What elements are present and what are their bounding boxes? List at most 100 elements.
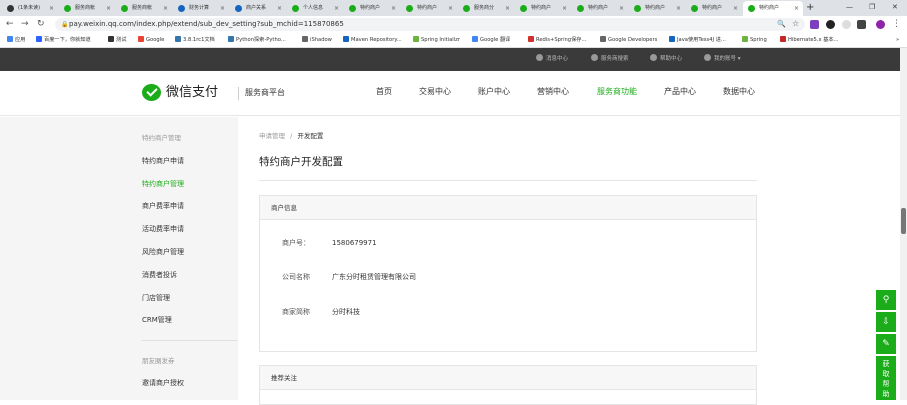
tab-close-icon[interactable]: × <box>391 1 396 16</box>
bookmark-item[interactable]: Google Developers <box>600 33 657 47</box>
sidebar-item-crm[interactable]: CRM管理 <box>142 315 172 325</box>
breadcrumb-parent-link[interactable]: 申请管理 <box>259 132 285 140</box>
sidebar-item-stores[interactable]: 门店管理 <box>142 293 170 303</box>
tab-close-icon[interactable]: × <box>334 1 339 16</box>
bookmark-item[interactable]: 3.8.1rc1文档 <box>175 33 215 47</box>
tab-label: 特约商户 <box>702 5 723 11</box>
browser-tab[interactable]: 特约商户 × <box>743 1 803 16</box>
edit-icon[interactable]: ✎ <box>876 334 896 354</box>
tab-label: 特约商户 <box>759 5 780 11</box>
close-window-icon[interactable]: ✕ <box>892 0 898 15</box>
get-help-button[interactable]: 获取帮助 <box>876 356 896 400</box>
tab-close-icon[interactable]: × <box>562 1 567 16</box>
link-icon[interactable]: ⚲ <box>876 290 896 310</box>
bookmark-item[interactable]: Spring <box>742 33 767 47</box>
sidebar-item-rate-apply[interactable]: 商户费率申请 <box>142 201 184 211</box>
restore-icon[interactable]: ❐ <box>869 0 875 15</box>
sidebar-item-merchant-manage[interactable]: 特约商户管理 <box>142 179 184 189</box>
tab-label: 服务商帐 <box>75 5 96 11</box>
bookmark-star-icon[interactable]: ☆ <box>792 18 799 30</box>
menu-icon[interactable]: ⋮ <box>892 18 901 30</box>
forward-icon[interactable]: → <box>21 18 29 30</box>
reload-icon[interactable]: ↻ <box>37 18 45 30</box>
logo-text[interactable]: 微信支付 <box>166 83 218 103</box>
browser-tab[interactable]: 个人信息 × <box>287 1 343 16</box>
minimize-icon[interactable]: — <box>846 0 853 15</box>
bookmark-item[interactable]: iShadow <box>302 33 332 47</box>
tab-close-icon[interactable]: × <box>619 1 624 16</box>
tab-label: 财务计算 <box>189 5 210 11</box>
nav-home[interactable]: 首页 <box>376 85 392 99</box>
bookmark-item[interactable]: Spring Initializr <box>413 33 460 47</box>
tab-close-icon[interactable]: × <box>49 1 54 16</box>
nav-product-center[interactable]: 产品中心 <box>664 85 696 99</box>
browser-tab[interactable]: 特约商户 × <box>401 1 457 16</box>
tab-close-icon[interactable]: × <box>277 1 282 16</box>
bookmark-favicon-icon <box>669 36 675 42</box>
bookmark-item[interactable]: Java使用Tess4J 进... <box>669 33 726 47</box>
tab-favicon-icon <box>406 5 413 12</box>
bookmark-item[interactable]: Google <box>138 33 164 47</box>
scrollbar-thumb[interactable] <box>901 208 906 234</box>
wechat-pay-logo-icon[interactable] <box>142 84 161 101</box>
browser-tab[interactable]: (1条未读) × <box>2 1 58 16</box>
tab-close-icon[interactable]: × <box>733 1 738 16</box>
zoom-icon[interactable]: 🔍 <box>777 18 786 30</box>
tab-favicon-icon <box>748 5 755 12</box>
sidebar-item-complaints[interactable]: 消费者投诉 <box>142 270 177 280</box>
nav-marketing-center[interactable]: 营销中心 <box>537 85 569 99</box>
tab-close-icon[interactable]: × <box>448 1 453 16</box>
help-center-link[interactable]: 帮助中心 <box>650 48 682 71</box>
tab-close-icon[interactable]: × <box>676 1 681 16</box>
search-provider-link[interactable]: 服务商搜索 <box>591 48 629 71</box>
scrollbar[interactable] <box>900 48 907 400</box>
browser-tab[interactable]: 特约商户 × <box>344 1 400 16</box>
more-bookmarks-icon[interactable]: » <box>896 33 899 47</box>
bookmark-item[interactable]: Python探索-Pytho... <box>228 33 286 47</box>
sidebar-item-invite-auth[interactable]: 邀请商户授权 <box>142 378 184 388</box>
message-center-link[interactable]: 消息中心 <box>536 48 568 71</box>
url-field[interactable]: 🔒 pay.weixin.qq.com/index.php/extend/sub… <box>55 18 805 31</box>
bookmark-item[interactable]: 测试 <box>108 33 126 47</box>
browser-tab[interactable]: 服务商分 × <box>458 1 514 16</box>
browser-tab[interactable]: 商户关系 × <box>230 1 286 16</box>
bookmark-item[interactable]: 百度一下，你就知道 <box>36 33 91 47</box>
download-icon[interactable]: ⇩ <box>876 312 896 332</box>
browser-tab[interactable]: 特约商户 × <box>629 1 685 16</box>
extension-icon[interactable] <box>810 20 819 29</box>
bookmark-item[interactable]: 应用 <box>7 33 25 47</box>
browser-tab[interactable]: 服务商帐 × <box>59 1 115 16</box>
extension-icon[interactable] <box>842 20 851 29</box>
browser-tab[interactable]: 财务计算 × <box>173 1 229 16</box>
bookmark-item[interactable]: Maven Repository... <box>343 33 402 47</box>
sidebar-item-activity-rate[interactable]: 活动费率申请 <box>142 224 184 234</box>
profile-avatar[interactable] <box>876 20 885 29</box>
browser-tab[interactable]: 特约商户 × <box>686 1 742 16</box>
tab-favicon-icon <box>7 5 14 12</box>
browser-tab[interactable]: 特约商户 × <box>572 1 628 16</box>
bookmark-label: Python探索-Pytho... <box>236 37 286 43</box>
tab-close-icon[interactable]: × <box>220 1 225 16</box>
extension-icon[interactable] <box>857 20 866 29</box>
tab-close-icon[interactable]: × <box>163 1 168 16</box>
sidebar-item-risk-merchant[interactable]: 风险商户管理 <box>142 247 184 257</box>
bookmark-item[interactable]: Hibernate5.x 基本... <box>780 33 839 47</box>
nav-account-center[interactable]: 账户中心 <box>478 85 510 99</box>
back-icon[interactable]: ← <box>6 18 14 30</box>
browser-tab[interactable]: 特约商户 × <box>515 1 571 16</box>
my-account-menu[interactable]: 我的账号 ▾ <box>704 48 741 71</box>
nav-data-center[interactable]: 数据中心 <box>723 85 755 99</box>
bookmark-favicon-icon <box>175 36 181 42</box>
extension-icon[interactable] <box>826 20 835 29</box>
tab-close-icon[interactable]: × <box>505 1 510 16</box>
sidebar-item-merchant-apply[interactable]: 特约商户申请 <box>142 156 184 166</box>
bookmark-item[interactable]: Redis+Spring保存... <box>528 33 586 47</box>
new-tab-button[interactable]: + <box>806 1 814 15</box>
browser-tab[interactable]: 服务商帐 × <box>116 1 172 16</box>
tab-close-icon[interactable]: × <box>106 1 111 16</box>
tab-close-icon[interactable]: × <box>794 1 799 16</box>
bookmark-item[interactable]: Google 翻译 <box>472 33 510 47</box>
nav-provider-functions[interactable]: 服务商功能 <box>597 85 637 99</box>
bookmark-label: Google <box>146 37 165 43</box>
nav-trade-center[interactable]: 交易中心 <box>419 85 451 99</box>
